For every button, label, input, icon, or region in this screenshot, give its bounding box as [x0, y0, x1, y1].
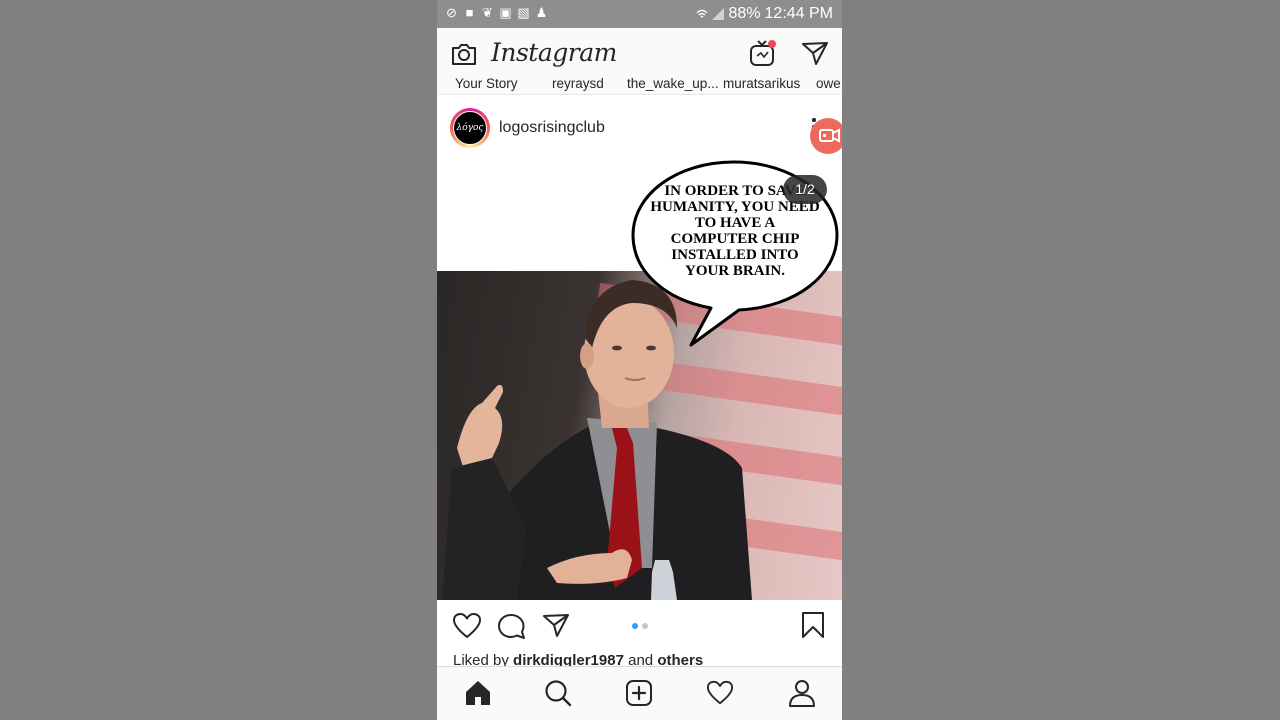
camera-icon[interactable] [450, 41, 478, 67]
story-item[interactable]: muratsarikus [723, 76, 800, 91]
bottom-navigation [437, 666, 842, 720]
wifi-icon [697, 9, 708, 18]
stories-strip: Your Story reyraysd the_wake_up... murat… [437, 76, 842, 95]
signal-icon [712, 8, 725, 20]
video-chat-bubble[interactable] [810, 118, 842, 154]
story-item[interactable]: reyraysd [552, 76, 604, 91]
story-item[interactable]: the_wake_up... [627, 76, 719, 91]
story-item[interactable]: owe [816, 76, 841, 91]
activity-heart-icon[interactable] [706, 679, 734, 707]
carousel-counter: 1/2 [783, 175, 827, 204]
igtv-badge [768, 40, 776, 48]
avatar[interactable]: λόγος [450, 108, 490, 148]
carousel-dot-active [632, 623, 638, 629]
story-your-story[interactable]: Your Story [455, 76, 518, 91]
new-post-icon[interactable] [625, 679, 653, 707]
home-icon[interactable] [464, 679, 492, 707]
post-header: λόγος logosrisingclub [437, 100, 842, 159]
carousel-indicator [632, 623, 648, 629]
share-icon[interactable] [542, 612, 570, 638]
clipboard-icon: ▣ [499, 5, 512, 20]
video-icon: ■ [465, 5, 474, 20]
photo-icon: ▧ [517, 5, 530, 20]
do-not-disturb-icon: ⊘ [446, 5, 457, 20]
profile-icon[interactable] [788, 679, 816, 707]
chess-icon: ♟ [535, 5, 548, 20]
instagram-logo: Instagram [491, 38, 617, 67]
comment-icon[interactable] [497, 612, 527, 640]
post-image[interactable]: IN ORDER TO SAVE HUMANITY, YOU NEED TO H… [437, 158, 842, 600]
phone-screen: ⊘ ■ ❦ ▣ ▧ ♟ 88% 12:44 PM Instagram Your … [437, 0, 842, 720]
app-header: Instagram [437, 28, 842, 80]
battery-level: 88% [728, 5, 761, 22]
post-username[interactable]: logosrisingclub [499, 119, 605, 137]
bookmark-icon[interactable] [800, 611, 826, 639]
search-icon[interactable] [544, 679, 572, 707]
direct-message-icon[interactable] [801, 40, 829, 66]
notification-icons: ⊘ ■ ❦ ▣ ▧ ♟ [445, 6, 548, 20]
clock: 12:44 PM [764, 5, 833, 22]
post-actions [437, 600, 842, 652]
carousel-dot [642, 623, 648, 629]
igtv-icon[interactable] [748, 38, 778, 68]
status-bar: ⊘ ■ ❦ ▣ ▧ ♟ 88% 12:44 PM [437, 0, 842, 28]
twitter-icon: ❦ [482, 5, 493, 20]
status-right: 88% 12:44 PM [696, 5, 833, 23]
like-heart-icon[interactable] [452, 612, 482, 640]
video-camera-icon [819, 128, 840, 143]
avatar-logo-text: λόγος [453, 111, 487, 145]
